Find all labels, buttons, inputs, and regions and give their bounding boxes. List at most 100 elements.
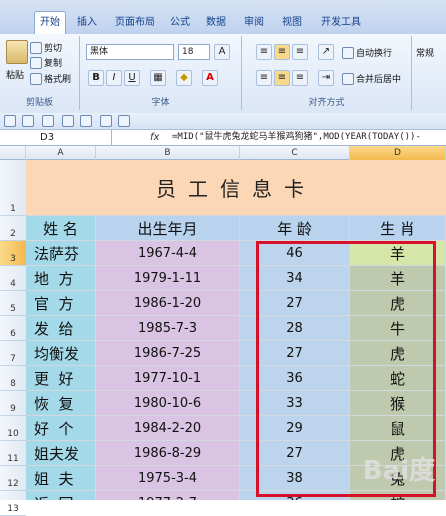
row-header-2[interactable]: 2 — [0, 216, 26, 241]
name-cell[interactable]: 均衡发 — [26, 341, 96, 366]
align-center-button[interactable]: ≡ — [274, 70, 290, 86]
tab-home[interactable]: 开始 — [34, 11, 66, 34]
font-color-button[interactable]: A — [202, 70, 218, 86]
border-button[interactable]: ▦ — [150, 70, 166, 86]
name-cell[interactable]: 发 给 — [26, 316, 96, 341]
column-header-d[interactable]: D — [350, 146, 446, 160]
underline-button[interactable]: U — [124, 70, 140, 86]
zodiac-cell[interactable]: 羊 — [350, 266, 446, 291]
wrap-text-button[interactable]: 自动换行 — [342, 46, 392, 59]
age-cell[interactable]: 36 — [240, 491, 350, 500]
zodiac-cell[interactable]: 鼠 — [350, 416, 446, 441]
row-header-1[interactable]: 1 — [0, 160, 26, 216]
age-cell[interactable]: 29 — [240, 416, 350, 441]
row-header-10[interactable]: 10 — [0, 416, 26, 441]
fx-icon[interactable]: fx — [150, 130, 159, 145]
birth-cell[interactable]: 1985-7-3 — [96, 316, 240, 341]
paste-icon[interactable] — [6, 40, 28, 64]
header-cell-birth[interactable]: 出生年月 — [96, 216, 240, 241]
column-header-c[interactable]: C — [240, 146, 350, 160]
birth-cell[interactable]: 1986-1-20 — [96, 291, 240, 316]
name-cell[interactable]: 官 方 — [26, 291, 96, 316]
select-all-corner[interactable] — [0, 146, 26, 160]
birth-cell[interactable]: 1986-7-25 — [96, 341, 240, 366]
name-cell[interactable]: 法萨芬 — [26, 241, 96, 266]
number-format-combo[interactable]: 常规 — [416, 46, 434, 59]
row-header-11[interactable]: 11 — [0, 441, 26, 466]
italic-button[interactable]: I — [106, 70, 122, 86]
name-cell[interactable]: 恢 复 — [26, 391, 96, 416]
redo-icon[interactable] — [42, 115, 54, 127]
zodiac-cell[interactable]: 虎 — [350, 341, 446, 366]
age-cell[interactable]: 27 — [240, 341, 350, 366]
name-cell[interactable]: 好 个 — [26, 416, 96, 441]
zodiac-cell[interactable]: 蛇 — [350, 366, 446, 391]
row-header-5[interactable]: 5 — [0, 291, 26, 316]
birth-cell[interactable]: 1975-3-4 — [96, 466, 240, 491]
age-cell[interactable]: 33 — [240, 391, 350, 416]
age-cell[interactable]: 46 — [240, 241, 350, 266]
print-preview-icon[interactable] — [62, 115, 74, 127]
birth-cell[interactable]: 1977-10-1 — [96, 366, 240, 391]
name-cell[interactable]: 更 好 — [26, 366, 96, 391]
tab-data[interactable]: 数据 — [202, 13, 230, 32]
tab-view[interactable]: 视图 — [278, 13, 306, 32]
undo-icon[interactable] — [22, 115, 34, 127]
column-header-a[interactable]: A — [26, 146, 96, 160]
sort-icon[interactable] — [100, 115, 112, 127]
spellcheck-icon[interactable] — [80, 115, 92, 127]
age-cell[interactable]: 38 — [240, 466, 350, 491]
age-cell[interactable]: 27 — [240, 441, 350, 466]
age-cell[interactable]: 36 — [240, 366, 350, 391]
align-middle-button[interactable]: ≡ — [274, 44, 290, 60]
zodiac-cell[interactable]: 虎 — [350, 291, 446, 316]
row-header-8[interactable]: 8 — [0, 366, 26, 391]
font-name-combo[interactable]: 黑体 — [86, 44, 174, 60]
merge-center-button[interactable]: 合并后居中 — [342, 72, 401, 85]
fill-color-button[interactable]: ◆ — [176, 70, 192, 86]
birth-cell[interactable]: 1980-10-6 — [96, 391, 240, 416]
grow-font-button[interactable]: A — [214, 44, 230, 60]
header-cell-name[interactable]: 姓 名 — [26, 216, 96, 241]
align-left-button[interactable]: ≡ — [256, 70, 272, 86]
tab-insert[interactable]: 插入 — [72, 13, 102, 32]
age-cell[interactable]: 27 — [240, 291, 350, 316]
indent-button[interactable]: ⇥ — [318, 70, 334, 86]
zodiac-cell[interactable]: 兔 — [350, 466, 446, 491]
name-cell[interactable]: 姐夫发 — [26, 441, 96, 466]
zodiac-cell[interactable]: 猴 — [350, 391, 446, 416]
row-header-4[interactable]: 4 — [0, 266, 26, 291]
birth-cell[interactable]: 1979-1-11 — [96, 266, 240, 291]
align-bottom-button[interactable]: ≡ — [292, 44, 308, 60]
save-icon[interactable] — [4, 115, 16, 127]
zodiac-cell[interactable]: 羊 — [350, 241, 446, 266]
zodiac-cell[interactable]: 蛇 — [350, 491, 446, 500]
name-cell[interactable]: 地 方 — [26, 266, 96, 291]
align-top-button[interactable]: ≡ — [256, 44, 272, 60]
column-header-b[interactable]: B — [96, 146, 240, 160]
formula-input[interactable]: =MID("鼠牛虎兔龙蛇马羊猴鸡狗猪",MOD(YEAR(TODAY())- — [172, 130, 421, 145]
font-size-combo[interactable]: 18 — [178, 44, 210, 60]
cut-button[interactable]: 剪切 — [30, 41, 62, 54]
header-cell-age[interactable]: 年 龄 — [240, 216, 350, 241]
tab-developer[interactable]: 开发工具 — [314, 13, 368, 32]
zodiac-cell[interactable]: 虎 — [350, 441, 446, 466]
name-cell[interactable]: 返 回 — [26, 491, 96, 500]
birth-cell[interactable]: 1967-4-4 — [96, 241, 240, 266]
align-right-button[interactable]: ≡ — [292, 70, 308, 86]
copy-button[interactable]: 复制 — [30, 56, 62, 69]
row-header-3[interactable]: 3 — [0, 241, 26, 266]
worksheet-grid[interactable]: 员工信息卡 姓 名出生年月年 龄生 肖法萨芬 1967-4-4 46 羊地 方 1979… — [26, 160, 446, 500]
name-box[interactable]: D3 — [0, 130, 112, 146]
format-painter-button[interactable]: 格式刷 — [30, 72, 71, 85]
chart-icon[interactable] — [118, 115, 130, 127]
row-header-7[interactable]: 7 — [0, 341, 26, 366]
row-header-12[interactable]: 12 — [0, 466, 26, 491]
zodiac-cell[interactable]: 牛 — [350, 316, 446, 341]
tab-formulas[interactable]: 公式 — [166, 13, 194, 32]
orientation-button[interactable]: ↗ — [318, 44, 334, 60]
header-cell-zodiac[interactable]: 生 肖 — [350, 216, 446, 241]
birth-cell[interactable]: 1986-8-29 — [96, 441, 240, 466]
tab-page-layout[interactable]: 页面布局 — [110, 13, 160, 32]
paste-button[interactable]: 粘贴 — [6, 68, 24, 81]
